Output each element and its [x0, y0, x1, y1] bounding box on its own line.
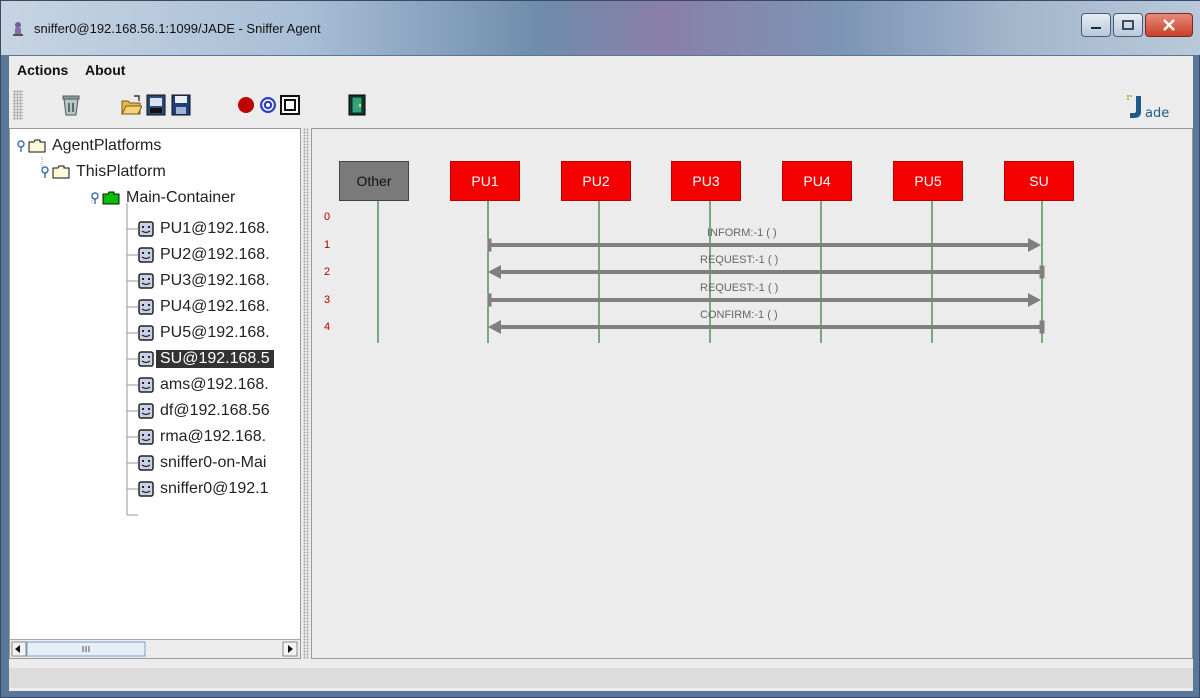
toolbar-grip[interactable]	[13, 90, 23, 120]
tree-node-agent[interactable]: sniffer0@192.1	[138, 478, 268, 500]
agent-icon	[138, 325, 154, 341]
title-bar[interactable]: sniffer0@192.168.56.1:1099/JADE - Sniffe…	[1, 1, 1200, 55]
message-label-confirm[interactable]: CONFIRM:-1 ( )	[700, 309, 778, 321]
tree-node-agent[interactable]: PU4@192.168.	[138, 296, 270, 318]
folder-icon	[28, 139, 46, 153]
message-index: 2	[324, 266, 331, 278]
message-arrow-inform	[487, 238, 1041, 252]
agent-icon	[138, 299, 154, 315]
message-label-request[interactable]: REQUEST:-1 ( )	[700, 254, 778, 266]
agent-icon	[138, 247, 154, 263]
tree-label-root: AgentPlatforms	[52, 137, 162, 154]
message-label-request[interactable]: REQUEST:-1 ( )	[700, 282, 778, 294]
window-title: sniffer0@192.168.56.1:1099/JADE - Sniffe…	[34, 21, 321, 36]
tree-node-main-container[interactable]: Main-Container	[90, 187, 235, 209]
message-index: 4	[324, 321, 331, 333]
save-icon[interactable]	[170, 93, 192, 117]
tree-node-agentplatforms[interactable]: AgentPlatforms	[16, 135, 161, 157]
agent-label: sniffer0-on-Mai	[160, 454, 267, 471]
agent-label: sniffer0@192.1	[160, 480, 269, 497]
agent-label: PU3@192.168.	[160, 272, 270, 289]
jade-app-icon	[13, 22, 23, 36]
agent-icon	[138, 455, 154, 471]
agent-label: df@192.168.56	[160, 402, 270, 419]
split-pane-divider[interactable]	[301, 128, 311, 659]
agent-label: ams@192.168.	[160, 376, 269, 393]
jade-logo: ade	[1127, 95, 1169, 120]
record-icon[interactable]	[235, 93, 257, 117]
message-arrow-confirm	[488, 320, 1045, 334]
maximize-button[interactable]	[1113, 13, 1143, 37]
expand-toggle-icon[interactable]	[16, 139, 28, 153]
close-icon	[1163, 19, 1175, 31]
exit-door-icon[interactable]	[346, 93, 368, 117]
client-area: Actions About ade AgentPlatforms ThisPla…	[9, 56, 1193, 691]
tree-node-agent[interactable]: PU5@192.168.	[138, 322, 270, 344]
container-folder-icon	[102, 191, 120, 205]
clear-canvas-icon[interactable]	[60, 93, 82, 117]
tree-node-agent[interactable]: PU2@192.168.	[138, 244, 270, 266]
toolbar: ade	[9, 84, 1193, 128]
tree-label-container: Main-Container	[126, 189, 236, 206]
message-index: 3	[324, 294, 331, 306]
agent-icon	[138, 351, 154, 367]
message-label-inform[interactable]: INFORM:-1 ( )	[707, 227, 777, 239]
tree-node-agent[interactable]: sniffer0-on-Mai	[138, 452, 266, 474]
agent-label: PU2@192.168.	[160, 246, 270, 263]
sniffer-canvas[interactable]: Other PU1 PU2 PU3 PU4 PU5 SU 0 1 2 3 4 I…	[311, 128, 1193, 659]
svg-text:ade: ade	[1145, 106, 1169, 120]
agent-label: PU4@192.168.	[160, 298, 270, 315]
tree-node-agent[interactable]: ams@192.168.	[138, 374, 269, 396]
minimize-button[interactable]	[1081, 13, 1111, 37]
tree-node-agent[interactable]: rma@192.168.	[138, 426, 266, 448]
snapshot-icon[interactable]	[145, 93, 167, 117]
menu-about[interactable]: About	[85, 62, 125, 78]
scrollbar-graphics	[11, 641, 298, 657]
menu-bar: Actions About	[9, 56, 1193, 84]
expand-toggle-icon[interactable]	[90, 191, 102, 205]
agent-label: SU@192.168.5	[156, 350, 274, 368]
folder-icon	[52, 165, 70, 179]
tree-label-platform: ThisPlatform	[76, 163, 166, 180]
tree-node-thisplatform[interactable]: ThisPlatform	[40, 161, 166, 183]
message-index: 1	[324, 239, 331, 251]
tree-node-agent[interactable]: PU1@192.168.	[138, 218, 270, 240]
agent-label: PU1@192.168.	[160, 220, 270, 237]
sniff-icon[interactable]	[257, 93, 279, 117]
tree-node-agent[interactable]: df@192.168.56	[138, 400, 270, 422]
sequence-diagram	[377, 201, 1045, 343]
tree-node-agent-selected[interactable]: SU@192.168.5	[138, 348, 274, 370]
agent-label: rma@192.168.	[160, 428, 267, 445]
agent-icon	[138, 429, 154, 445]
message-arrow-request-1	[488, 265, 1045, 279]
open-folder-icon[interactable]	[120, 93, 142, 117]
menu-actions[interactable]: Actions	[17, 62, 68, 78]
agent-icon	[138, 273, 154, 289]
tree-node-agent[interactable]: PU3@192.168.	[138, 270, 270, 292]
agent-icon	[138, 403, 154, 419]
expand-toggle-icon[interactable]	[40, 165, 52, 179]
sniffer-window: sniffer0@192.168.56.1:1099/JADE - Sniffe…	[0, 0, 1200, 698]
tree-horizontal-scrollbar[interactable]	[10, 639, 300, 658]
close-button[interactable]	[1145, 13, 1193, 37]
status-bar	[9, 668, 1193, 688]
maximize-icon	[1122, 20, 1134, 30]
message-index: 0	[324, 211, 331, 223]
list-icon[interactable]	[279, 93, 301, 117]
agent-tree-panel[interactable]: AgentPlatforms ThisPlatform Main-Contain…	[9, 128, 301, 659]
message-arrow-request-2	[487, 293, 1041, 307]
agent-icon	[138, 377, 154, 393]
agent-icon	[138, 221, 154, 237]
agent-icon	[138, 481, 154, 497]
minimize-icon	[1091, 27, 1101, 29]
agent-label: PU5@192.168.	[160, 324, 270, 341]
